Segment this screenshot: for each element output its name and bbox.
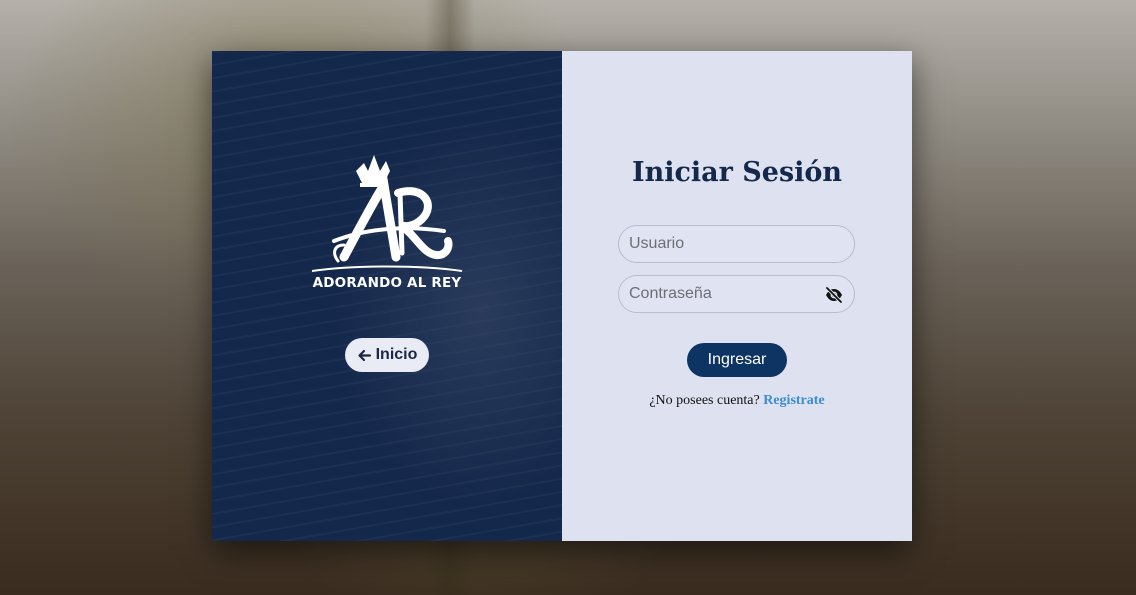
page-title: Iniciar Sesión [631,157,843,188]
brand-name: ADORANDO AL REY [312,275,462,291]
crown-monogram-icon [311,155,463,272]
eye-slash-icon[interactable] [824,285,844,305]
brand-panel: ADORANDO AL REY Inicio [212,51,562,541]
login-form-panel: Iniciar Sesión Ingresar ¿No posees cuent… [562,51,912,541]
login-card: ADORANDO AL REY Inicio Iniciar Sesión Us… [212,51,912,541]
username-input[interactable] [629,226,819,262]
arrow-left-icon [357,348,372,363]
home-button[interactable]: Inicio [345,338,429,372]
register-prompt-text: ¿No posees cuenta? [649,393,760,408]
password-field[interactable] [618,275,855,313]
register-link[interactable]: Registrate [763,393,824,408]
username-field[interactable] [618,225,855,263]
register-prompt-line: ¿No posees cuenta? Registrate [562,393,912,409]
login-submit-button[interactable]: Ingresar [687,343,787,377]
brand-logo: ADORANDO AL REY [304,149,470,299]
password-input[interactable] [629,276,819,312]
home-button-label: Inicio [375,346,418,363]
